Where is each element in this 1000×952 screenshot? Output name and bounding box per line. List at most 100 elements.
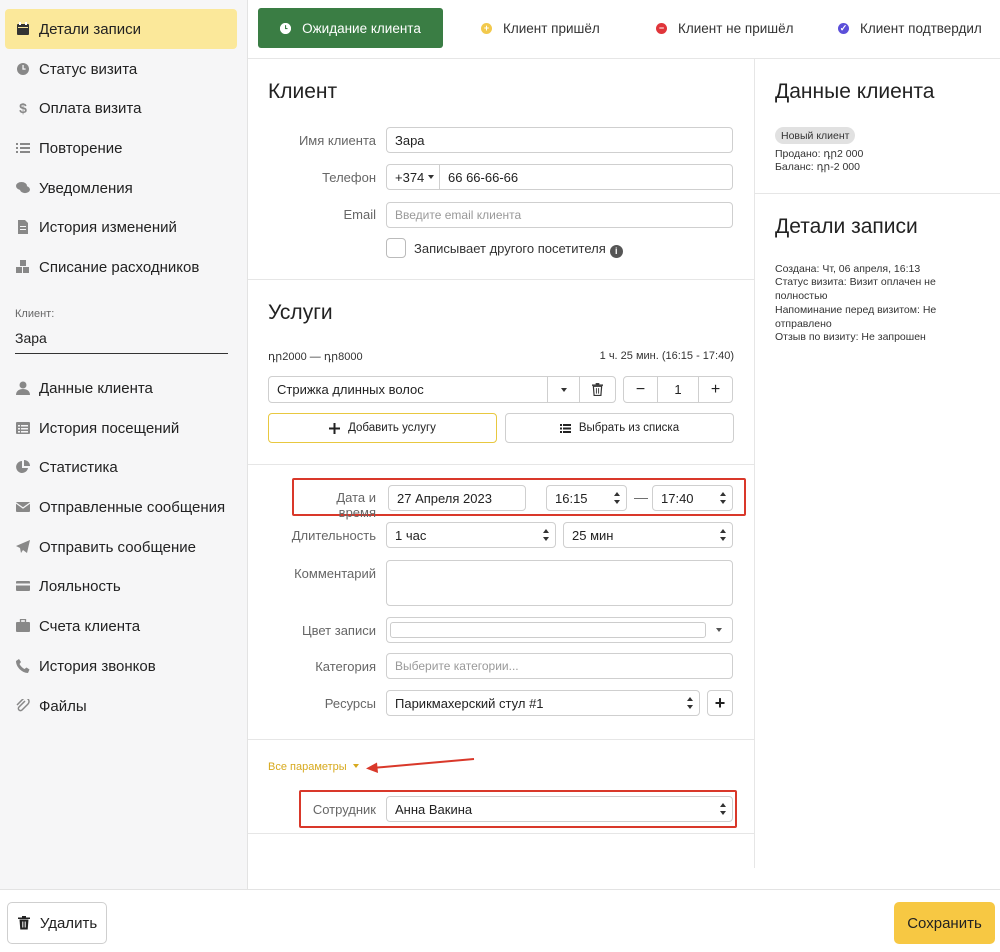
add-service-label: Добавить услугу	[348, 422, 436, 434]
quantity-decrease-button[interactable]: −	[624, 377, 658, 402]
date-input[interactable]: 27 Апреля 2023	[388, 485, 526, 511]
plus-icon: +	[714, 692, 726, 713]
footer-divider	[0, 889, 1000, 890]
sidebar-item-sent-messages[interactable]: Отправленные сообщения	[5, 487, 237, 527]
select-arrows-icon	[687, 697, 694, 710]
sidebar-item-label: Отправить сообщение	[39, 538, 197, 556]
history-list-icon	[16, 421, 30, 435]
sidebar-item-visit-payment[interactable]: $ Оплата визита	[5, 88, 237, 128]
delete-label: Удалить	[39, 914, 98, 932]
sidebar-item-visit-history[interactable]: История посещений	[5, 408, 237, 448]
sidebar-item-label: Данные клиента	[39, 379, 153, 397]
all-parameters-link[interactable]: Все параметры	[268, 761, 359, 773]
tab-waiting-client[interactable]: Ожидание клиента	[258, 8, 443, 48]
plus-icon	[329, 422, 341, 434]
employee-label: Сотрудник	[312, 802, 376, 817]
select-arrows-icon	[720, 492, 727, 505]
datetime-label: Дата и время	[336, 490, 376, 520]
sidebar-item-label: Списание расходников	[39, 258, 200, 276]
email-label: Email	[343, 207, 376, 222]
section-divider	[248, 464, 754, 465]
sidebar-item-consumables[interactable]: Списание расходников	[5, 247, 237, 287]
email-input[interactable]: Введите email клиента	[386, 202, 733, 228]
comments-icon	[16, 181, 30, 195]
sidebar-item-notifications[interactable]: Уведомления	[5, 168, 237, 208]
client-name-input[interactable]: Зара	[386, 127, 733, 153]
sidebar-item-label: История звонков	[39, 657, 156, 675]
sidebar-item-call-history[interactable]: История звонков	[5, 646, 237, 686]
time-start-select[interactable]: 16:15	[546, 485, 627, 511]
tab-client-confirmed[interactable]: ✓ Клиент подтвердил	[795, 8, 995, 48]
sidebar-item-label: История посещений	[39, 419, 180, 437]
service-dropdown-button[interactable]	[547, 377, 579, 402]
sidebar-item-label: Счета клиента	[39, 617, 141, 635]
section-divider	[248, 833, 754, 834]
save-button[interactable]: Сохранить	[894, 902, 995, 944]
tab-label: Клиент не пришёл	[678, 20, 794, 36]
service-select-group: Стрижка длинных волос	[268, 376, 616, 403]
client-name-label: Имя клиента	[298, 133, 376, 148]
tab-client-arrived[interactable]: + Клиент пришёл	[443, 8, 620, 48]
duration-hours-select[interactable]: 1 час	[386, 522, 556, 548]
sidebar-item-loyalty[interactable]: Лояльность	[5, 566, 237, 606]
sidebar-item-send-message[interactable]: Отправить сообщение	[5, 527, 237, 567]
clock-icon	[16, 62, 30, 76]
tab-client-no-show[interactable]: − Клиент не пришёл	[620, 8, 795, 48]
trash-icon	[17, 916, 30, 930]
sidebar-item-label: Лояльность	[39, 577, 121, 595]
info-icon[interactable]: i	[609, 244, 623, 258]
category-input[interactable]: Выберите категории...	[386, 653, 733, 679]
briefcase-icon	[16, 619, 30, 633]
time-end-select[interactable]: 17:40	[652, 485, 733, 511]
calendar-icon	[16, 22, 30, 36]
sidebar-item-statistics[interactable]: Статистика	[5, 447, 237, 487]
time-separator: —	[634, 489, 648, 505]
minus-circle-icon: −	[656, 22, 667, 34]
phone-number-input[interactable]: 66 66-66-66	[440, 170, 518, 185]
other-visitor-checkbox[interactable]	[386, 238, 406, 258]
select-arrows-icon	[543, 529, 550, 542]
choose-from-list-button[interactable]: Выбрать из списка	[505, 413, 734, 443]
caret-down-icon	[428, 175, 435, 179]
other-visitor-label: Записывает другого посетителя	[414, 241, 606, 256]
comment-textarea[interactable]	[386, 560, 733, 606]
add-service-button[interactable]: Добавить услугу	[268, 413, 497, 443]
sidebar-item-files[interactable]: Файлы	[5, 686, 237, 726]
resources-select[interactable]: Парикмахерский стул #1	[386, 690, 700, 716]
cubes-icon	[16, 260, 30, 274]
phone-country-code-select[interactable]: +374	[387, 165, 440, 189]
record-review: Отзыв по визиту: Не запрошен	[775, 331, 926, 343]
sidebar-item-change-history[interactable]: История изменений	[5, 207, 237, 247]
quantity-value[interactable]: 1	[658, 382, 698, 397]
sidebar-item-label: История изменений	[39, 218, 177, 236]
add-resource-button[interactable]: +	[707, 690, 733, 716]
client-label: Клиент:	[15, 308, 55, 320]
sidebar-item-label: Оплата визита	[39, 99, 142, 117]
caret-down-icon	[716, 628, 722, 632]
section-divider	[248, 739, 754, 740]
delete-service-button[interactable]	[579, 377, 615, 402]
sidebar-item-client-data[interactable]: Данные клиента	[5, 368, 237, 408]
service-select[interactable]: Стрижка длинных волос	[269, 377, 547, 402]
list-icon	[16, 141, 30, 155]
quantity-stepper: − 1 +	[623, 376, 733, 403]
document-icon	[16, 220, 30, 234]
visit-status-tabs: Ожидание клиента + Клиент пришёл − Клиен…	[258, 8, 1000, 48]
record-color-picker[interactable]	[386, 617, 733, 643]
sidebar-item-visit-status[interactable]: Статус визита	[5, 49, 237, 89]
duration-minutes-select[interactable]: 25 мин	[563, 522, 733, 548]
sidebar-item-repeat[interactable]: Повторение	[5, 128, 237, 168]
phone-code-value: +374	[395, 169, 425, 185]
select-arrows-icon	[720, 529, 727, 542]
record-color-label: Цвет записи	[302, 623, 376, 638]
quantity-increase-button[interactable]: +	[698, 377, 732, 402]
plus-circle-icon: +	[481, 22, 492, 34]
delete-button[interactable]: Удалить	[7, 902, 107, 944]
sidebar-item-client-invoices[interactable]: Счета клиента	[5, 606, 237, 646]
employee-select[interactable]: Анна Вакина	[386, 796, 733, 822]
pie-chart-icon	[16, 460, 30, 474]
services-section-title: Услуги	[268, 301, 333, 324]
client-sold: Продано: դր2 000	[775, 148, 864, 160]
sidebar-item-record-details[interactable]: Детали записи	[5, 9, 237, 49]
resources-label: Ресурсы	[324, 696, 376, 711]
